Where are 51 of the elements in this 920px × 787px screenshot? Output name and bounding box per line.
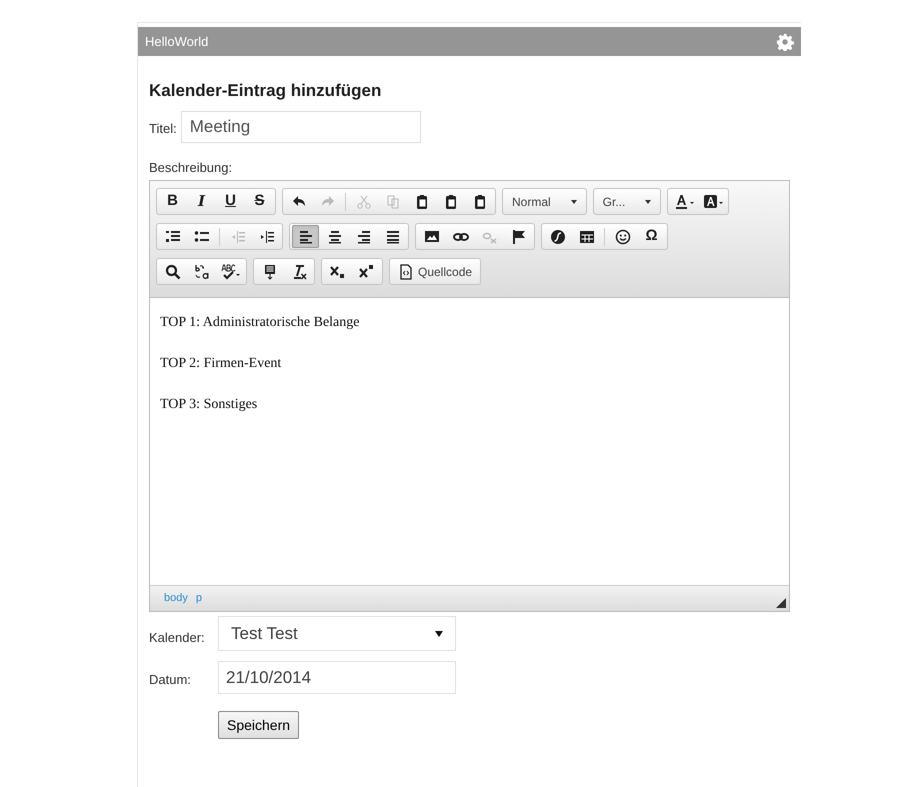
flag-icon — [510, 228, 526, 244]
highlight-color-icon — [702, 194, 723, 210]
find-replace-icon — [194, 264, 210, 280]
date-input[interactable]: 21/10/2014 — [218, 661, 456, 694]
window-title: HelloWorld — [145, 32, 208, 51]
indent-icon — [258, 228, 274, 244]
format-dropdown[interactable]: Normal — [502, 188, 587, 215]
underline-button[interactable]: U — [217, 190, 244, 213]
toolbar-button[interactable] — [292, 225, 319, 248]
paragraph: TOP 3: Sonstiges — [160, 396, 258, 414]
field-label: Datum: — [149, 670, 192, 689]
form-heading: Kalender-Eintrag hinzufügen — [149, 80, 382, 102]
spellcheck-icon — [220, 264, 240, 280]
calendar-select[interactable]: Test Test — [218, 616, 456, 651]
align-left-icon — [298, 228, 314, 244]
editor-content[interactable]: TOP 1: Administratorische Belange TOP 2: Firmen-Event TOP 3: Sonstiges — [150, 298, 789, 585]
bullet-list-icon — [194, 228, 210, 244]
bold-button[interactable]: B — [159, 190, 186, 213]
italic-button[interactable]: I — [188, 190, 215, 213]
caret-icon — [570, 200, 577, 204]
search-icon — [164, 264, 180, 280]
superscript-icon — [358, 264, 374, 280]
table-icon — [578, 228, 594, 244]
text-color-icon — [674, 194, 694, 210]
field-label: Beschreibung: — [149, 158, 234, 177]
paragraph: TOP 1: Administratorische Belange — [160, 314, 360, 332]
caret-icon — [645, 200, 652, 204]
settings-icon[interactable] — [776, 32, 794, 50]
resize-handle-icon[interactable] — [776, 598, 786, 608]
source-button[interactable]: Quellcode — [392, 260, 478, 283]
align-right-icon — [356, 228, 372, 244]
paragraph: TOP 2: Firmen-Event — [160, 355, 282, 373]
numbered-list-icon — [164, 228, 180, 244]
source-file-icon — [398, 264, 414, 280]
scissors-icon — [356, 194, 372, 210]
subscript-icon — [330, 264, 346, 280]
format-dropdown[interactable]: Gr... — [592, 188, 662, 215]
copy-icon — [384, 194, 400, 210]
strikethrough-button[interactable]: S — [246, 190, 273, 213]
dropdown-arrow-icon — [435, 630, 443, 636]
image-icon — [424, 228, 440, 244]
justify-icon — [384, 228, 400, 244]
save-button[interactable]: Speichern — [218, 711, 300, 739]
smiley-icon — [614, 228, 630, 244]
align-center-icon — [326, 228, 342, 244]
flash-icon — [550, 228, 566, 244]
title-input[interactable]: Meeting — [180, 110, 421, 142]
outdent-icon — [230, 228, 246, 244]
special-character-button[interactable]: Ω — [638, 225, 665, 248]
field-label: Kalender: — [149, 628, 206, 647]
field-label: Titel: — [149, 120, 177, 138]
